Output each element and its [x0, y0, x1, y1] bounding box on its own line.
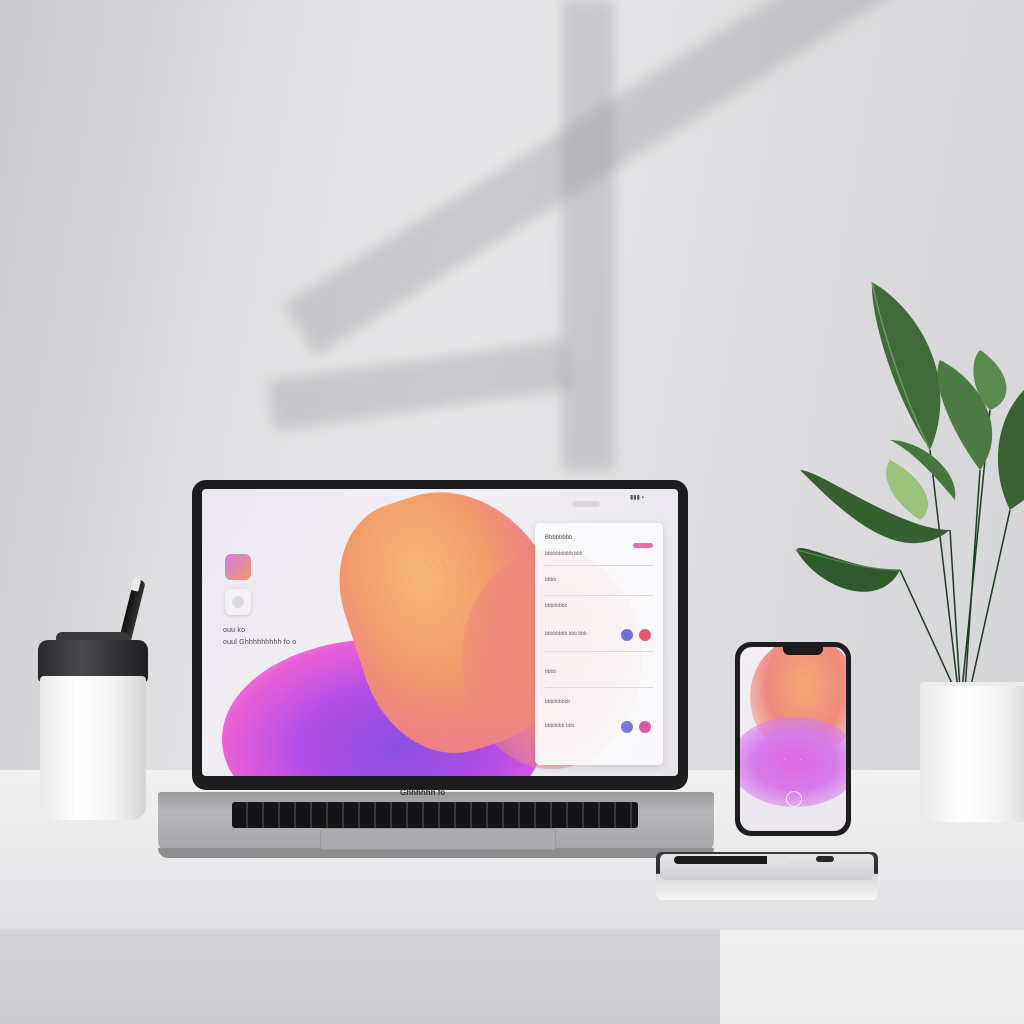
panel-divider	[545, 565, 653, 566]
purple-action-icon[interactable]	[621, 721, 633, 733]
white-app-icon[interactable]	[225, 589, 251, 615]
trackpad[interactable]	[320, 828, 556, 850]
panel-row-3: bbbbbbbb	[545, 603, 568, 609]
panel-row-7: bbbbbbb bbb	[545, 723, 575, 729]
keyboard[interactable]	[232, 802, 638, 828]
panel-divider	[545, 651, 653, 652]
laptop-screen[interactable]: ▮▮▮ ▪ · · · · ouu ko ouul Ghhhhhhhhh fo …	[202, 489, 678, 776]
red-action-icon[interactable]	[639, 629, 651, 641]
panel-row-1: bbbbbbbbbb bbb	[545, 551, 583, 557]
phone-page-dots: · ·	[784, 757, 808, 763]
window-shadow-vertical	[562, 0, 614, 470]
plant-leaves	[795, 281, 1024, 690]
desktop-label-2: ouul Ghhhhhhhhh fo o	[223, 639, 297, 646]
gradient-app-icon[interactable]	[225, 554, 251, 580]
page-dots: · · · ·	[430, 557, 460, 564]
cup	[40, 676, 146, 820]
panel-row-2: bbbb	[545, 577, 557, 583]
panel-title: Bbbbbbbb	[545, 535, 573, 541]
panel-divider	[545, 687, 653, 688]
menubar-pill[interactable]	[572, 501, 600, 507]
notification-panel[interactable]: Bbbbbbbb bbbbbbbbbb bbb bbbb bbbbbbbb bb…	[535, 523, 663, 765]
phone-home-button[interactable]	[786, 791, 802, 807]
stylus-pen	[674, 856, 790, 864]
desktop-label-1: ouu ko	[223, 627, 246, 634]
panel-row-6: bbbbbbbbb	[545, 699, 571, 705]
desk-front-right	[720, 930, 1024, 1024]
blue-action-icon[interactable]	[621, 629, 633, 641]
panel-divider	[545, 595, 653, 596]
panel-action-pill[interactable]	[633, 543, 653, 548]
panel-row-4: bbbbbbbb bbb bbb	[545, 631, 587, 637]
pink-action-icon[interactable]	[639, 721, 651, 733]
plant-pot	[920, 686, 1024, 822]
panel-row-5: bbbb	[545, 669, 557, 675]
laptop-brand-label: Ghhhhhh fo	[400, 788, 446, 797]
menubar-status-icons[interactable]: ▮▮▮ ▪	[630, 494, 644, 501]
notebook-clasp	[816, 856, 834, 862]
